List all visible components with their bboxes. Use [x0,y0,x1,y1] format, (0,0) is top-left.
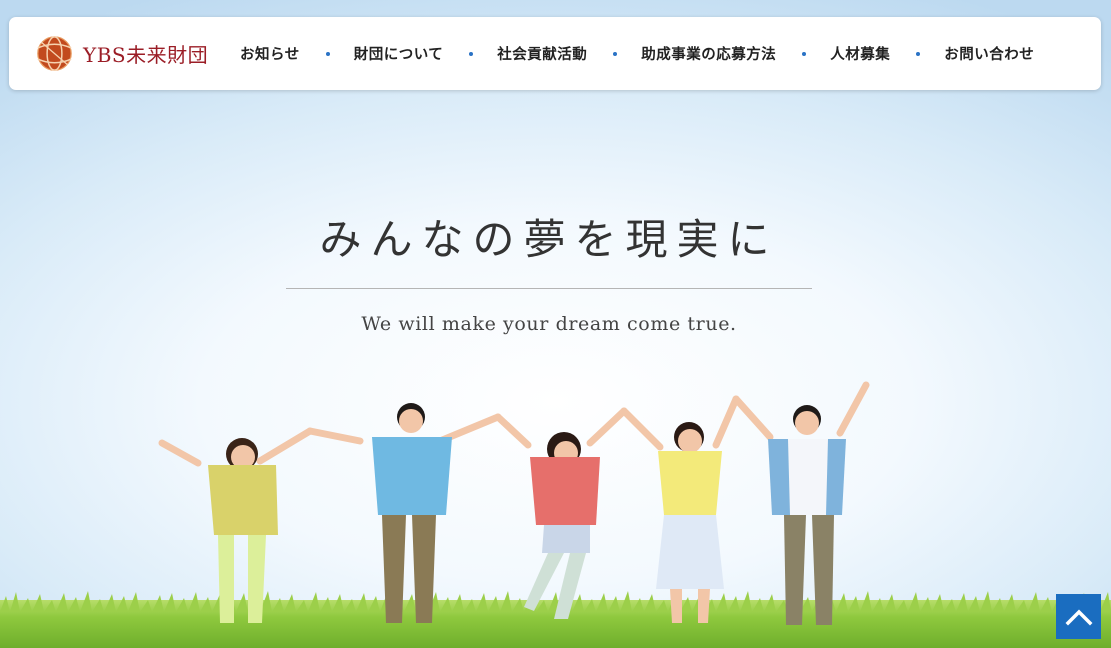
main-nav: お知らせ 財団について 社会貢献活動 助成事業の応募方法 人材募集 お問い合わせ [240,17,1034,90]
nav-item-about[interactable]: 財団について [354,43,444,64]
hero-section: みんなの夢を現実に We will make your dream come t… [0,0,1111,648]
nav-item-contact[interactable]: お問い合わせ [944,43,1034,64]
back-to-top-button[interactable] [1056,594,1101,639]
person-3 [494,407,628,619]
hero-title: みんなの夢を現実に [319,215,779,264]
hero-photo [158,381,870,625]
person-5 [732,381,870,625]
nav-separator-dot [916,51,921,56]
nav-separator-dot [802,51,807,56]
site-logo[interactable]: YBS未来財団 [36,35,208,72]
logo-text: YBS未来財団 [83,43,209,67]
nav-separator-dot [613,51,618,56]
nav-separator-dot [469,51,474,56]
person-1 [158,427,314,623]
chevron-up-icon [1065,609,1092,625]
nav-item-contribution[interactable]: 社会貢献活動 [497,43,587,64]
site-header: YBS未来財団 お知らせ 財団について 社会貢献活動 助成事業の応募方法 人材募… [9,17,1101,90]
hero-subtitle: We will make your dream come true. [361,313,737,335]
person-4 [620,395,740,623]
title-divider [286,288,812,289]
person-2 [306,403,502,623]
nav-separator-dot [325,51,330,56]
nav-item-grant-application[interactable]: 助成事業の応募方法 [641,43,776,64]
nav-item-news[interactable]: お知らせ [240,43,300,64]
nav-item-recruitment[interactable]: 人材募集 [830,43,890,64]
globe-icon [37,36,72,71]
